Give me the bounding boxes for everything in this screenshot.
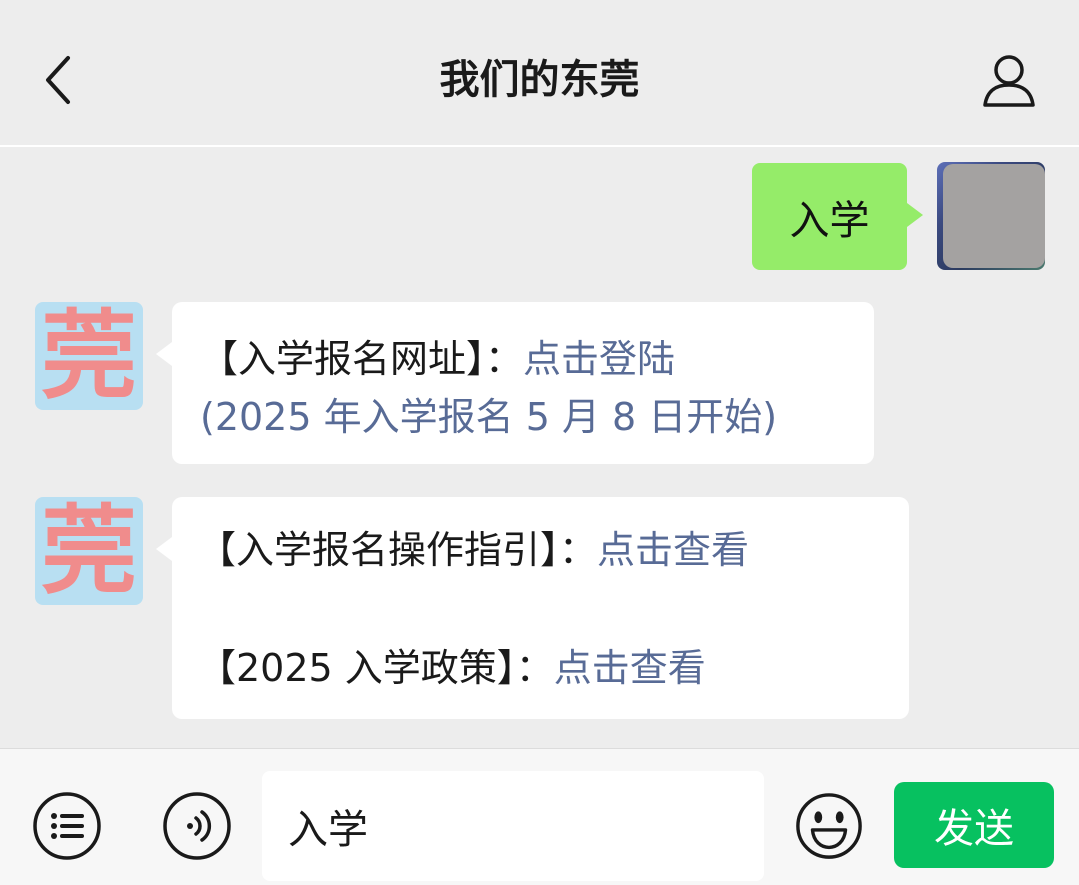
send-button-label: 发送 (934, 806, 1014, 852)
policy-link[interactable]: 点击查看 (554, 646, 706, 690)
title-bar: 我们的东莞 (0, 0, 1079, 147)
message-line: 【2025 入学政策】：点击查看 (198, 639, 909, 697)
emoji-button[interactable] (794, 791, 864, 861)
message-line: 【入学报名操作指引】：点击查看 (198, 521, 909, 579)
page-title: 我们的东莞 (439, 57, 640, 103)
login-link[interactable]: 点击登陆 (523, 337, 675, 381)
bot-avatar-glyph: 莞 (41, 497, 137, 605)
bot-avatar-glyph: 莞 (41, 302, 137, 410)
smiley-icon (796, 793, 862, 859)
self-avatar[interactable] (937, 162, 1045, 270)
input-bar: 入学 发送 (0, 748, 1079, 885)
message-text: 【入学报名操作指引】： (198, 528, 598, 572)
message-text: 【2025 入学政策】： (198, 646, 554, 690)
list-icon (33, 792, 101, 860)
guide-link[interactable]: 点击查看 (597, 528, 749, 572)
incoming-message[interactable]: 【入学报名网址】：点击登陆 (2025 年入学报名 5 月 8 日开始) (156, 302, 874, 464)
incoming-message[interactable]: 【入学报名操作指引】：点击查看 【2025 入学政策】：点击查看 (156, 497, 909, 719)
profile-button[interactable] (977, 48, 1041, 112)
person-icon (983, 55, 1035, 107)
voice-button[interactable] (162, 791, 232, 861)
outgoing-message-text: 入学 (789, 197, 870, 244)
menu-button[interactable] (32, 791, 102, 861)
message-line: 【入学报名网址】：点击登陆 (200, 330, 874, 388)
voice-icon (163, 792, 231, 860)
outgoing-message[interactable]: 入学 (752, 163, 923, 270)
message-input[interactable]: 入学 (262, 771, 764, 881)
message-text: 【入学报名网址】： (200, 337, 524, 381)
bot-avatar[interactable]: 莞 (35, 302, 143, 410)
message-input-value: 入学 (288, 807, 368, 853)
send-button[interactable]: 发送 (894, 782, 1054, 868)
avatar-blur (943, 164, 1045, 268)
message-line: (2025 年入学报名 5 月 8 日开始) (200, 388, 874, 446)
chat-area[interactable]: 入学 莞 【入学报名网址】：点击登陆 (2025 年入学报名 5 月 8 日开始… (0, 147, 1079, 747)
bot-avatar[interactable]: 莞 (35, 497, 143, 605)
enrollment-date-link[interactable]: (2025 年入学报名 5 月 8 日开始) (200, 395, 777, 439)
